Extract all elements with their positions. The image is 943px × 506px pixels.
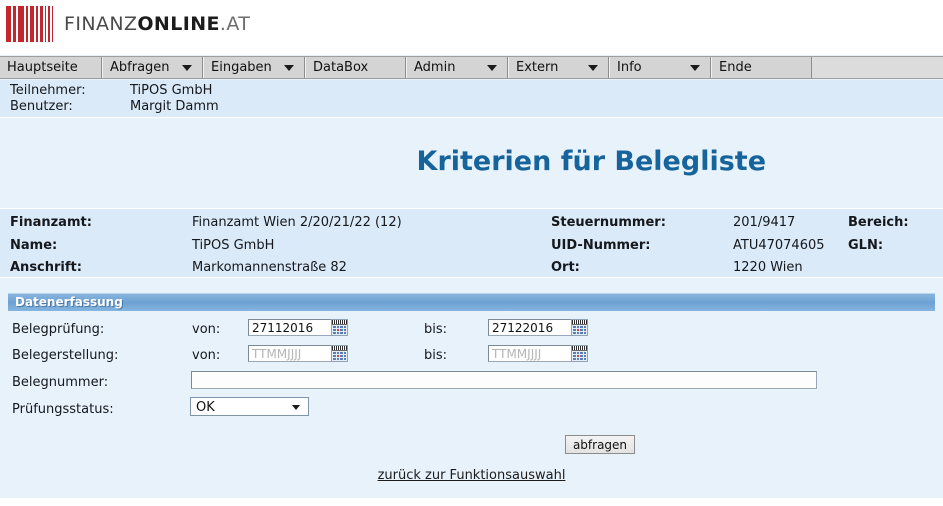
menu-item-label: DataBox: [313, 60, 369, 75]
belegpruefung-von-input[interactable]: [248, 319, 336, 336]
form-row-belegerstellung: Belegerstellung: von: bis:: [0, 343, 943, 369]
participant-bar: Teilnehmer: TiPOS GmbH Benutzer: Margit Da…: [0, 80, 943, 118]
menu-bar-filler: [812, 57, 943, 78]
info-value-steuernummer: 201/9417: [733, 215, 796, 230]
label-belegerstellung-von: von:: [192, 348, 221, 363]
form-row-belegnummer: Belegnummer:: [0, 370, 943, 396]
user-label: Benutzer:: [10, 99, 73, 114]
chevron-down-icon: [182, 64, 192, 71]
menu-item-label: Abfragen: [110, 60, 170, 75]
finanzonline-logo: FINANZONLINE.AT: [6, 4, 250, 44]
chevron-down-icon: [588, 64, 598, 71]
abfragen-button[interactable]: abfragen: [565, 435, 635, 454]
info-key-bereich: Bereich:: [848, 215, 909, 230]
app-header: FINANZONLINE.AT: [0, 0, 943, 55]
calendar-icon[interactable]: [331, 345, 348, 362]
info-key-uid-nummer: UID-Nummer:: [551, 238, 651, 253]
info-value-anschrift: Markomannenstraße 82: [192, 260, 347, 275]
label-belegerstellung-bis: bis:: [424, 348, 448, 363]
menu-item-abfragen[interactable]: Abfragen: [102, 57, 203, 78]
user-row: Benutzer: Margit Damm: [10, 99, 219, 114]
menu-item-label: Extern: [516, 60, 559, 75]
info-value-name: TiPOS GmbH: [192, 238, 275, 253]
label-pruefungsstatus: Prüfungsstatus:: [12, 402, 114, 417]
info-key-name: Name:: [10, 238, 58, 253]
label-belegpruefung-von: von:: [192, 322, 221, 337]
logo-bold: ONLINE: [137, 13, 220, 35]
menu-item-extern[interactable]: Extern: [508, 57, 609, 78]
user-value: Margit Damm: [130, 99, 219, 114]
chevron-down-icon: [487, 64, 497, 71]
info-value-uid-nummer: ATU47074605: [733, 238, 825, 253]
chevron-down-icon: [292, 405, 300, 410]
belegnummer-input[interactable]: [191, 371, 817, 389]
chevron-down-icon: [690, 64, 700, 71]
info-key-steuernummer: Steuernummer:: [551, 215, 666, 230]
menu-item-label: Admin: [414, 60, 456, 75]
info-value-finanzamt: Finanzamt Wien 2/20/21/22 (12): [192, 215, 402, 230]
logo-suffix: .AT: [219, 13, 251, 35]
info-key-anschrift: Anschrift:: [10, 260, 82, 275]
finanzonline-page: FINANZONLINE.AT Hauptseite Abfragen Eing…: [0, 0, 943, 506]
section-header-label: Datenerfassung: [15, 295, 123, 309]
info-key-gln: GLN:: [848, 238, 884, 253]
label-belegnummer: Belegnummer:: [12, 375, 109, 390]
belegpruefung-bis-input[interactable]: [488, 319, 576, 336]
pruefungsstatus-selected-value: OK: [196, 400, 215, 415]
criteria-form: Belegprüfung: von: bis: Belegerstellung:…: [0, 311, 943, 431]
logo-prefix: FINANZ: [64, 13, 138, 35]
form-row-pruefungsstatus: Prüfungsstatus: OK: [0, 397, 943, 423]
info-key-finanzamt: Finanzamt:: [10, 215, 92, 230]
back-to-function-selection-link[interactable]: zurück zur Funktionsauswahl: [0, 468, 943, 483]
logo-wordmark: FINANZONLINE.AT: [64, 13, 250, 35]
calendar-icon[interactable]: [571, 345, 588, 362]
label-belegerstellung: Belegerstellung:: [12, 348, 119, 363]
label-belegpruefung-bis: bis:: [424, 322, 448, 337]
info-key-ort: Ort:: [551, 260, 580, 275]
page-title: Kriterien für Belegliste: [416, 146, 766, 177]
participant-label: Teilnehmer:: [10, 83, 86, 98]
info-value-ort: 1220 Wien: [733, 260, 803, 275]
menu-item-label: Hauptseite: [7, 60, 78, 75]
section-header-datenerfassung: Datenerfassung: [8, 293, 935, 311]
participant-value: TiPOS GmbH: [130, 83, 213, 98]
menu-item-admin[interactable]: Admin: [406, 57, 508, 78]
menu-item-label: Info: [617, 60, 642, 75]
label-belegpruefung: Belegprüfung:: [12, 322, 105, 337]
calendar-icon[interactable]: [331, 319, 348, 336]
logo-bars-icon: [6, 6, 55, 42]
belegerstellung-bis-input[interactable]: [488, 345, 576, 362]
menu-item-info[interactable]: Info: [609, 57, 711, 78]
pruefungsstatus-select[interactable]: OK: [190, 397, 309, 416]
menu-item-label: Eingaben: [211, 60, 272, 75]
title-area: Kriterien für Belegliste: [0, 119, 943, 208]
belegerstellung-von-input[interactable]: [248, 345, 336, 362]
menu-item-databox[interactable]: DataBox: [305, 57, 406, 78]
chevron-down-icon: [284, 64, 294, 71]
taxpayer-info-panel: Finanzamt: Finanzamt Wien 2/20/21/22 (12…: [0, 208, 943, 278]
page-bottom-strip: [0, 498, 943, 506]
menu-item-hauptseite[interactable]: Hauptseite: [0, 57, 102, 78]
calendar-icon[interactable]: [571, 319, 588, 336]
form-row-belegpruefung: Belegprüfung: von: bis:: [0, 317, 943, 343]
menu-item-ende[interactable]: Ende: [711, 57, 812, 78]
menu-item-eingaben[interactable]: Eingaben: [203, 57, 305, 78]
main-menu-bar: Hauptseite Abfragen Eingaben DataBox Adm…: [0, 56, 943, 79]
menu-item-label: Ende: [719, 60, 752, 75]
participant-row: Teilnehmer: TiPOS GmbH: [10, 83, 212, 98]
